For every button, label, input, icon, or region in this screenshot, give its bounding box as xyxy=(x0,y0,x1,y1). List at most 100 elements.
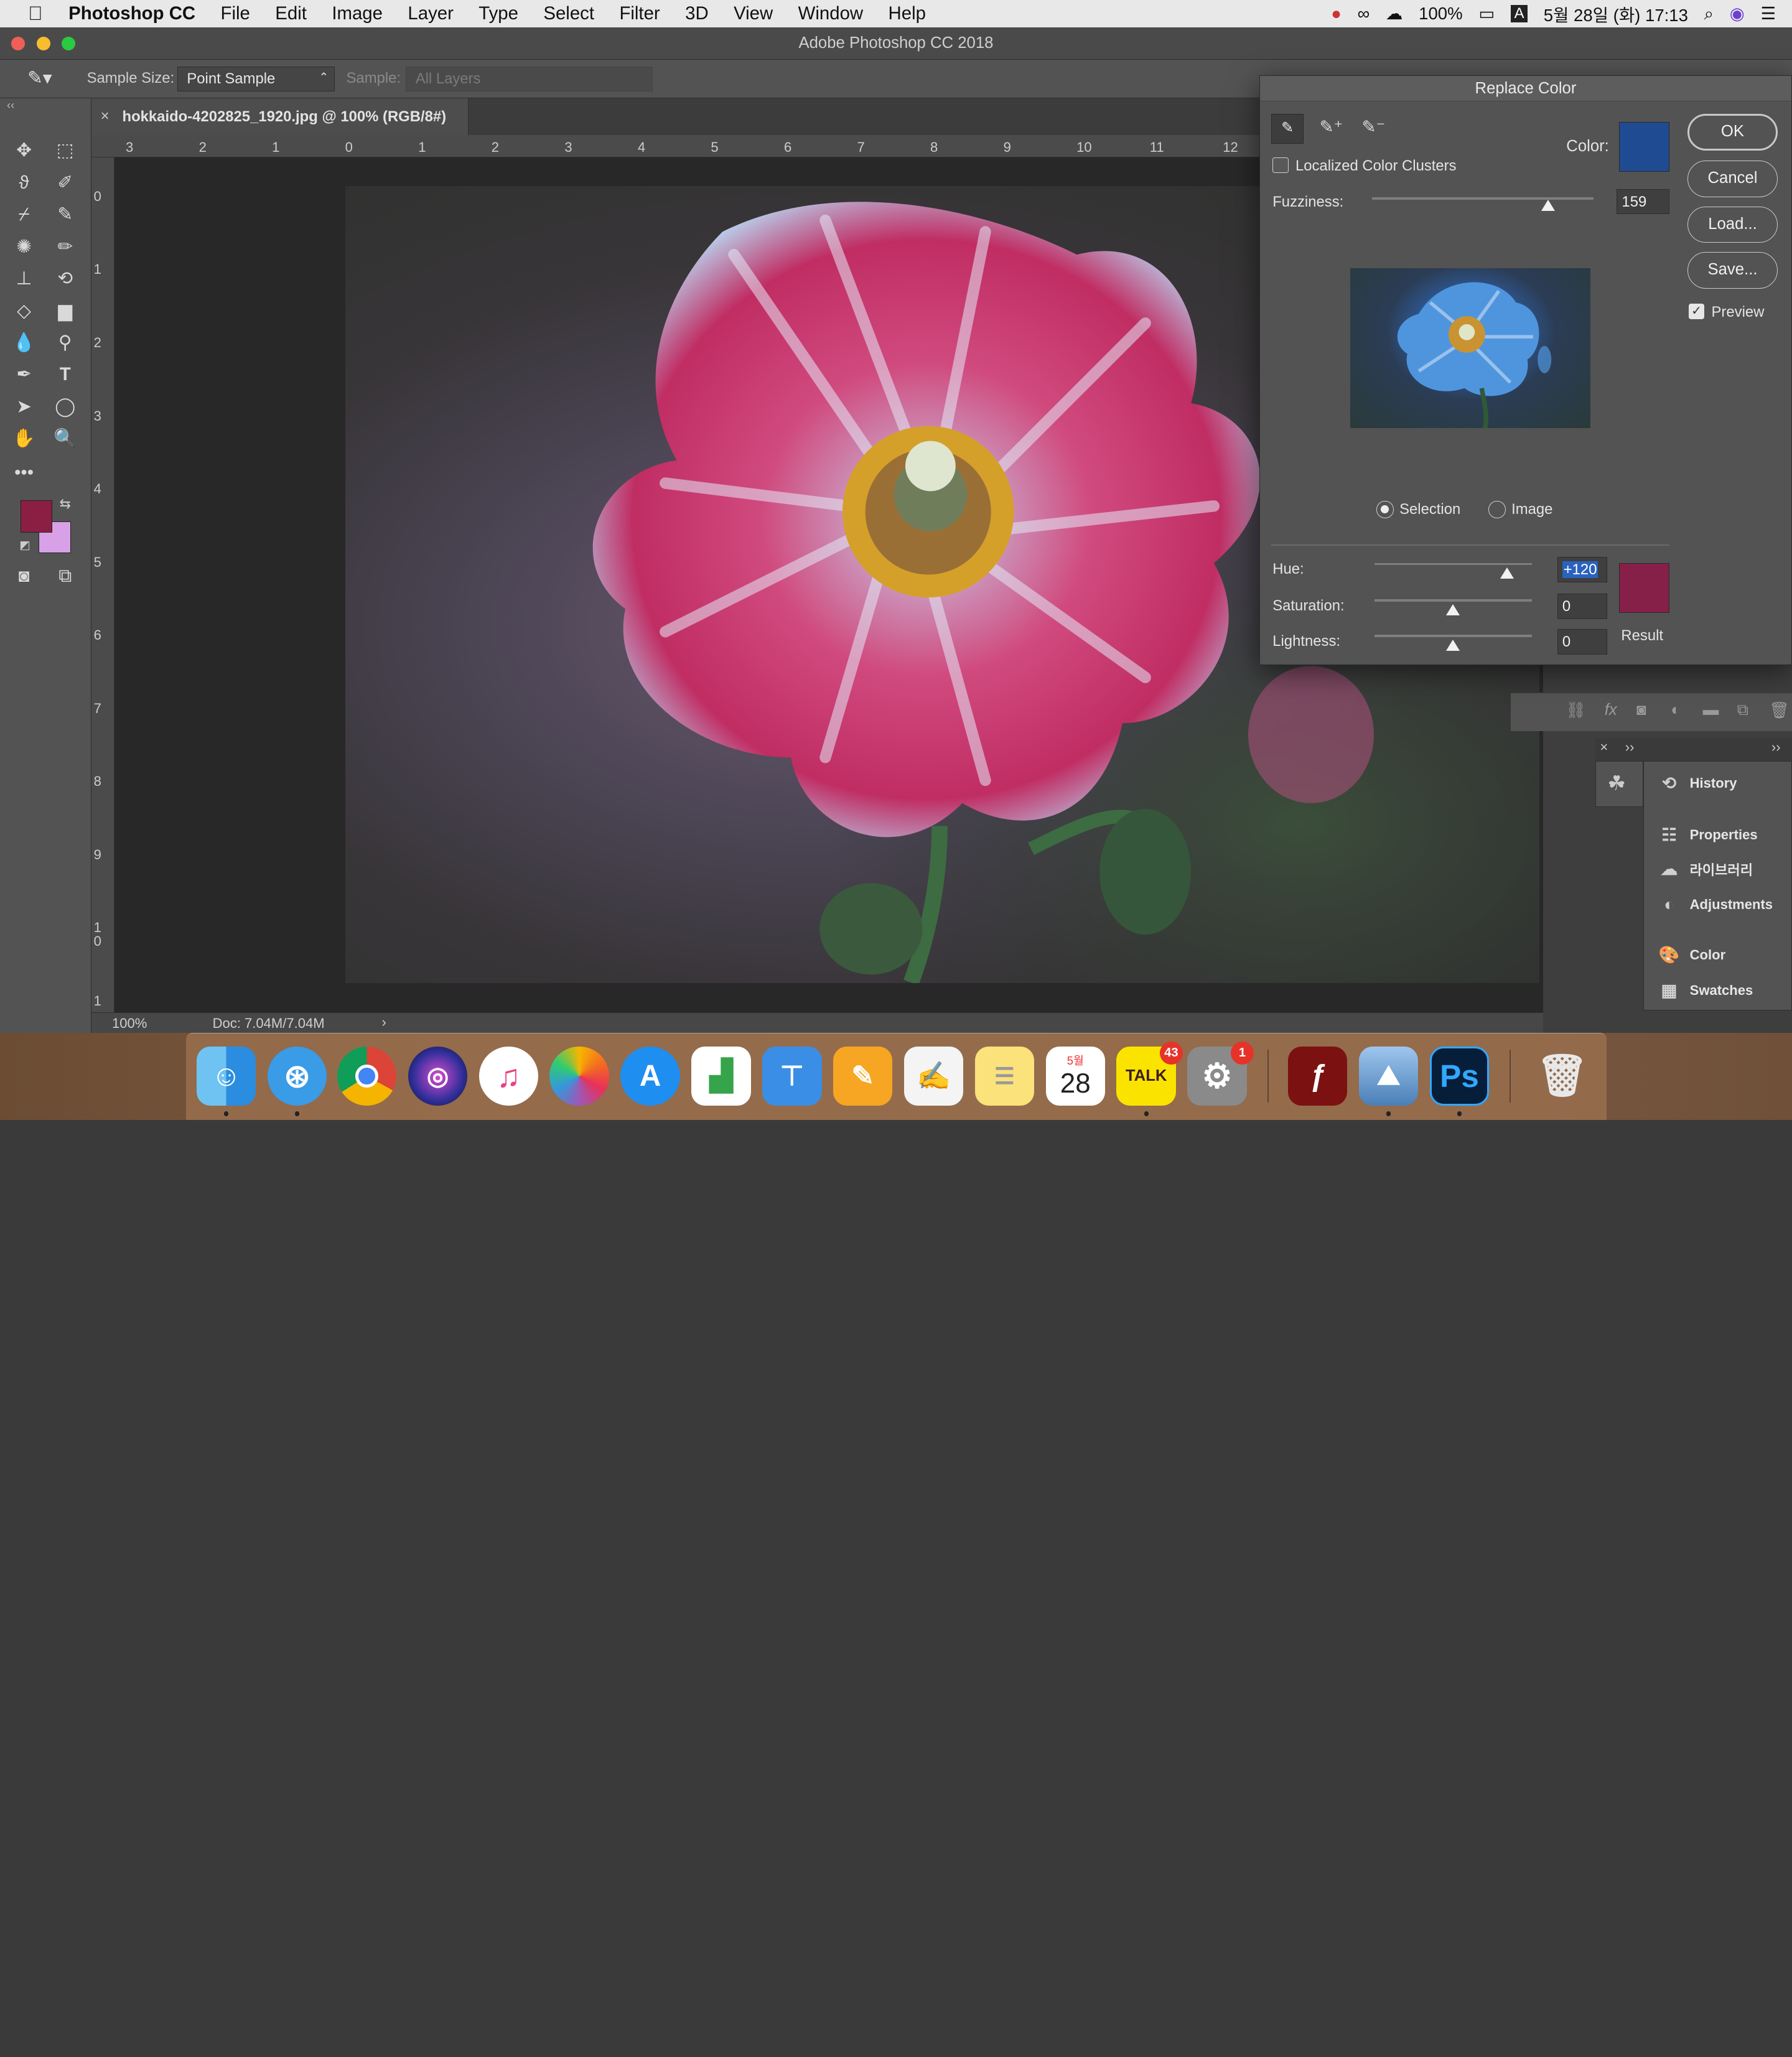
subtract-from-sample-eyedropper-icon[interactable]: ✎⁻ xyxy=(1361,117,1385,137)
siri-icon[interactable]: ◉ xyxy=(1730,4,1745,24)
eyedropper-tool-icon[interactable]: ✎ xyxy=(50,201,80,228)
spotlight-icon[interactable]: ⌕ xyxy=(1704,4,1714,24)
photos-icon[interactable] xyxy=(549,1046,609,1106)
creative-cloud-icon[interactable]: ∞ xyxy=(1358,4,1370,24)
pages-icon[interactable]: ✎ xyxy=(833,1046,893,1106)
eyedropper-button[interactable]: ✎ xyxy=(1271,113,1304,144)
notes-icon[interactable]: ☰ xyxy=(974,1046,1035,1106)
lightness-slider-track[interactable] xyxy=(1374,635,1533,638)
gradient-tool-icon[interactable]: ▆ xyxy=(50,297,80,325)
menu-help[interactable]: Help xyxy=(889,3,926,24)
image-radio[interactable] xyxy=(1488,501,1506,519)
siri-icon[interactable]: ◎ xyxy=(408,1046,468,1106)
saturation-input[interactable]: 0 xyxy=(1557,594,1608,619)
new-group-icon[interactable]: ▬ xyxy=(1703,701,1719,719)
apple-menu-icon[interactable]:  xyxy=(23,2,48,25)
sample-size-select[interactable]: Point Sample ⌃ xyxy=(177,66,335,91)
lightness-input[interactable]: 0 xyxy=(1557,629,1608,655)
clone-stamp-tool-icon[interactable]: ⊥ xyxy=(9,265,39,292)
default-colors-icon[interactable]: ◩ xyxy=(19,538,30,552)
tools-collapse-icon[interactable]: ‹‹ xyxy=(7,98,14,112)
history-brush-tool-icon[interactable]: ⟲ xyxy=(50,265,80,292)
chrome-icon[interactable] xyxy=(337,1046,397,1106)
lightness-slider-thumb[interactable] xyxy=(1446,640,1460,651)
menu-layer[interactable]: Layer xyxy=(408,3,453,24)
saturation-slider-thumb[interactable] xyxy=(1446,604,1460,615)
system-preferences-icon[interactable]: ⚙ 1 xyxy=(1187,1042,1254,1106)
eyedropper-preset-icon[interactable]: ✎▾ xyxy=(27,67,52,89)
add-to-sample-eyedropper-icon[interactable]: ✎⁺ xyxy=(1320,117,1343,137)
layer-mask-icon[interactable]: ◙ xyxy=(1636,701,1646,719)
blur-tool-icon[interactable]: 💧 xyxy=(9,329,39,357)
ok-button[interactable]: OK xyxy=(1687,113,1778,151)
adjustment-layer-icon[interactable]: ◐ xyxy=(1671,701,1681,719)
panel-history[interactable]: ⟲ History xyxy=(1644,768,1790,798)
hue-slider-track[interactable] xyxy=(1374,562,1533,566)
expand-panel-icon[interactable]: ›› xyxy=(1625,739,1635,755)
sample-select[interactable]: All Layers xyxy=(406,66,653,91)
status-menu-arrow-icon[interactable]: › xyxy=(381,1014,386,1030)
quick-mask-icon[interactable]: ◙ xyxy=(9,562,39,590)
trash-icon[interactable]: 🗑 xyxy=(1533,1047,1592,1106)
textedit-icon[interactable]: ✍ xyxy=(903,1046,964,1106)
menu-select[interactable]: Select xyxy=(543,3,594,24)
menu-file[interactable]: File xyxy=(221,3,250,24)
crop-tool-icon[interactable]: ⌿ xyxy=(9,201,39,228)
document-tab[interactable]: × hokkaido-4202825_1920.jpg @ 100% (RGB/… xyxy=(91,98,469,135)
eraser-tool-icon[interactable]: ◇ xyxy=(9,297,39,325)
marquee-tool-icon[interactable]: ⬚ xyxy=(50,137,80,164)
zoom-tool-icon[interactable]: 🔍 xyxy=(50,425,80,452)
sampled-color-swatch[interactable] xyxy=(1618,121,1669,172)
menu-window[interactable]: Window xyxy=(798,3,863,24)
close-tab-icon[interactable]: × xyxy=(101,108,110,125)
kakaotalk-icon[interactable]: TALK 43 xyxy=(1116,1042,1183,1106)
screen-mode-icon[interactable]: ⧉ xyxy=(50,562,80,590)
menu-3d[interactable]: 3D xyxy=(685,3,709,24)
creative-cloud-panel-icon[interactable]: ☘ xyxy=(1607,771,1626,796)
app-store-icon[interactable]: A xyxy=(620,1046,680,1106)
menu-view[interactable]: View xyxy=(734,3,773,24)
itunes-icon[interactable]: ♫ xyxy=(478,1046,539,1106)
fuzziness-input[interactable]: 159 xyxy=(1617,189,1669,215)
fuzziness-slider-thumb[interactable] xyxy=(1541,199,1555,211)
hand-tool-icon[interactable]: ✋ xyxy=(9,425,39,452)
expand-panel-icon[interactable]: ›› xyxy=(1771,739,1781,755)
pen-tool-icon[interactable]: ✒ xyxy=(9,361,39,388)
app-menu[interactable]: Photoshop CC xyxy=(68,3,195,24)
save-button[interactable]: Save... xyxy=(1687,252,1778,289)
new-layer-icon[interactable]: ⧉ xyxy=(1737,701,1748,720)
more-tools-icon[interactable]: ••• xyxy=(9,459,39,487)
sync-icon[interactable]: ☁ xyxy=(1386,4,1403,24)
foreground-color-swatch[interactable] xyxy=(21,500,53,533)
layer-style-icon[interactable]: fx xyxy=(1605,701,1617,719)
path-selection-tool-icon[interactable]: ➤ xyxy=(9,393,39,421)
panel-properties[interactable]: ☷ Properties xyxy=(1644,820,1790,850)
ellipse-tool-icon[interactable]: ◯ xyxy=(50,393,80,421)
preview-checkbox[interactable]: ✓ xyxy=(1688,303,1705,320)
photoshop-icon[interactable]: Ps xyxy=(1429,1046,1490,1106)
safari-icon[interactable]: ⊛ xyxy=(267,1046,327,1106)
notification-icon[interactable]: ● xyxy=(1331,4,1342,24)
saturation-slider-track[interactable] xyxy=(1374,599,1533,602)
healing-brush-tool-icon[interactable]: ✺ xyxy=(9,233,39,261)
close-panel-icon[interactable]: × xyxy=(1600,739,1608,755)
cancel-button[interactable]: Cancel xyxy=(1687,161,1778,197)
quick-selection-tool-icon[interactable]: ✐ xyxy=(50,169,80,197)
menu-filter[interactable]: Filter xyxy=(619,3,660,24)
selection-radio[interactable] xyxy=(1376,501,1394,519)
input-method-indicator[interactable]: A xyxy=(1511,5,1528,23)
finder-icon[interactable]: ☺ xyxy=(196,1046,256,1106)
flash-player-icon[interactable]: ƒ xyxy=(1287,1046,1348,1106)
swap-colors-icon[interactable]: ⇆ xyxy=(60,496,71,512)
dodge-tool-icon[interactable]: ⚲ xyxy=(50,329,80,357)
panel-adjustments[interactable]: ◐ Adjustments xyxy=(1644,890,1790,920)
panel-libraries[interactable]: ☁ 라이브러리 xyxy=(1644,854,1790,884)
link-layers-icon[interactable]: ⛓ xyxy=(1566,701,1586,720)
hue-slider-thumb[interactable] xyxy=(1500,567,1514,579)
menu-type[interactable]: Type xyxy=(478,3,518,24)
result-color-swatch[interactable] xyxy=(1618,562,1669,613)
panel-color[interactable]: 🎨 Color xyxy=(1644,940,1790,970)
load-button[interactable]: Load... xyxy=(1687,206,1778,243)
type-tool-icon[interactable]: T xyxy=(50,361,80,388)
menu-image[interactable]: Image xyxy=(332,3,383,24)
